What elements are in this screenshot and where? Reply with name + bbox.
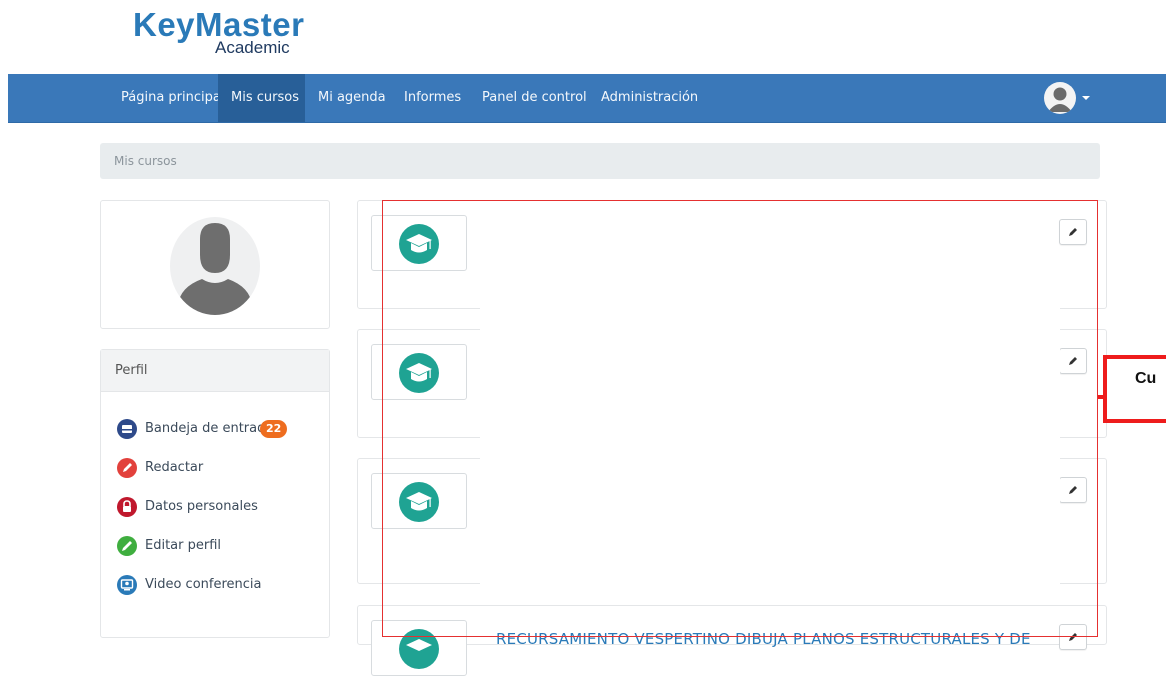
breadcrumb-current: Mis cursos: [114, 154, 177, 168]
profile-photo[interactable]: [170, 217, 260, 315]
inbox-icon: [117, 419, 137, 439]
lock-icon: [117, 497, 137, 517]
brand-subtitle: Academic: [215, 38, 290, 57]
link-video-conference-label: Video conferencia: [145, 577, 262, 592]
breadcrumb: Mis cursos: [100, 143, 1100, 179]
user-menu[interactable]: [1044, 82, 1094, 114]
user-avatar-icon: [1044, 82, 1076, 114]
profile-card: [100, 200, 330, 329]
compose-icon: [117, 458, 137, 478]
profile-panel: Perfil Bandeja de entrada 22 Redactar Da…: [100, 349, 330, 638]
nav-reports[interactable]: Informes: [391, 74, 474, 122]
link-compose-label: Redactar: [145, 460, 204, 475]
nav-my-courses[interactable]: Mis cursos: [218, 74, 305, 122]
nav-my-agenda[interactable]: Mi agenda: [305, 74, 399, 122]
user-silhouette-icon: [178, 223, 252, 315]
pencil-icon: [117, 536, 137, 556]
inbox-count-badge: 22: [260, 420, 288, 438]
link-personal-data-label: Datos personales: [145, 499, 258, 514]
profile-panel-title: Perfil: [101, 350, 329, 392]
video-conference-icon: [117, 575, 137, 595]
annotation-callout: Cu: [1103, 355, 1166, 423]
nav-administration[interactable]: Administración: [588, 74, 711, 122]
annotation-callout-text: Cu: [1135, 370, 1157, 387]
chevron-down-icon: [1082, 96, 1090, 100]
link-edit-profile-label: Editar perfil: [145, 538, 222, 553]
nav-control-panel[interactable]: Panel de control: [469, 74, 600, 122]
link-inbox-label: Bandeja de entrada: [145, 421, 274, 436]
annotation-highlight-frame: [382, 200, 1098, 637]
main-navbar: Página principal Mis cursos Mi agenda In…: [8, 74, 1166, 123]
brand-logo[interactable]: KeyMaster Academic: [133, 6, 304, 60]
